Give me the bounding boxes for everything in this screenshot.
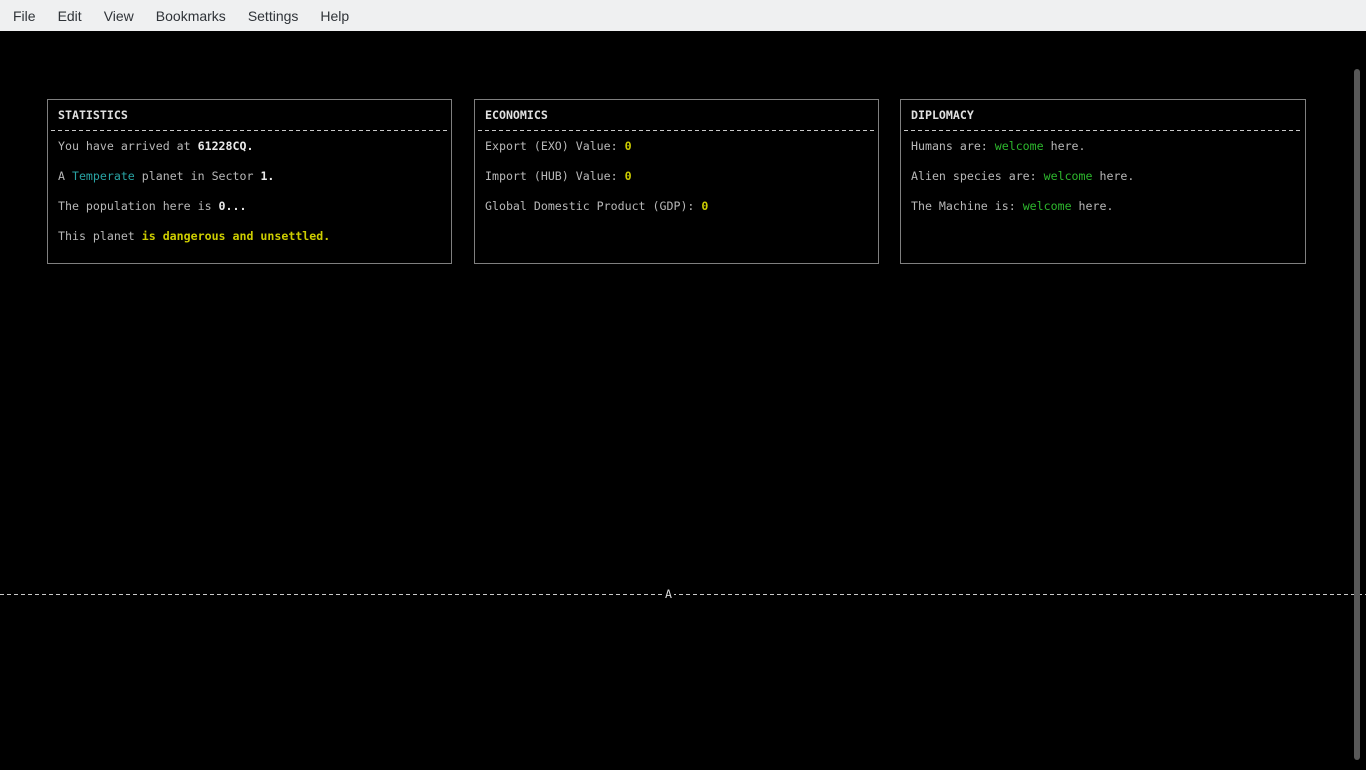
text-segment-fg: You have arrived at bbox=[58, 139, 198, 153]
map-divider-line bbox=[0, 594, 1366, 595]
text-segment-cyan: Temperate bbox=[72, 169, 135, 183]
text-line: You have arrived at 61228CQ. bbox=[58, 139, 447, 154]
panel-title-separator bbox=[51, 130, 448, 131]
panel-title-separator bbox=[478, 130, 875, 131]
menubar: FileEditViewBookmarksSettingsHelp bbox=[0, 0, 1366, 31]
panel-lines: Export (EXO) Value: 0Import (HUB) Value:… bbox=[485, 139, 874, 229]
text-segment-green: welcome bbox=[1023, 199, 1072, 213]
menu-item-view[interactable]: View bbox=[93, 0, 145, 31]
text-segment-value: 0... bbox=[219, 199, 247, 213]
text-line: Global Domestic Product (GDP): 0 bbox=[485, 199, 874, 214]
panel-title: ECONOMICS bbox=[485, 108, 548, 123]
panel-title-separator bbox=[904, 130, 1302, 131]
panel-title: DIPLOMACY bbox=[911, 108, 974, 123]
map-planet-marker: A bbox=[663, 587, 674, 602]
text-segment-yellow: 0 bbox=[625, 139, 632, 153]
text-segment-yellow: 0 bbox=[625, 169, 632, 183]
text-segment-yellow: is dangerous and unsettled. bbox=[142, 229, 330, 243]
text-line: Export (EXO) Value: 0 bbox=[485, 139, 874, 154]
panel-lines: Humans are: welcome here.Alien species a… bbox=[911, 139, 1301, 229]
scrollbar-thumb[interactable] bbox=[1354, 69, 1360, 760]
text-segment-fg: This planet bbox=[58, 229, 142, 243]
text-segment-fg: The Machine is: bbox=[911, 199, 1023, 213]
text-segment-fg: The population here is bbox=[58, 199, 219, 213]
menu-item-settings[interactable]: Settings bbox=[237, 0, 310, 31]
text-segment-fg: A bbox=[58, 169, 72, 183]
menu-item-help[interactable]: Help bbox=[309, 0, 360, 31]
text-line: The population here is 0... bbox=[58, 199, 447, 214]
text-segment-fg: Global Domestic Product (GDP): bbox=[485, 199, 701, 213]
text-segment-fg: here. bbox=[1093, 169, 1135, 183]
text-segment-green: welcome bbox=[1044, 169, 1093, 183]
text-segment-fg: here. bbox=[1072, 199, 1114, 213]
text-segment-value: 61228CQ. bbox=[198, 139, 254, 153]
text-segment-fg: Export (EXO) Value: bbox=[485, 139, 625, 153]
text-line: Import (HUB) Value: 0 bbox=[485, 169, 874, 184]
menu-item-file[interactable]: File bbox=[2, 0, 47, 31]
text-line: This planet is dangerous and unsettled. bbox=[58, 229, 447, 244]
text-segment-fg: Humans are: bbox=[911, 139, 995, 153]
text-line: A Temperate planet in Sector 1. bbox=[58, 169, 447, 184]
text-segment-fg: Alien species are: bbox=[911, 169, 1044, 183]
text-segment-fg: planet in Sector bbox=[135, 169, 261, 183]
text-segment-yellow: 0 bbox=[701, 199, 708, 213]
terminal-screen[interactable]: STATISTICS You have arrived at 61228CQ. A … bbox=[0, 31, 1366, 739]
text-line: Humans are: welcome here. bbox=[911, 139, 1301, 154]
menu-item-bookmarks[interactable]: Bookmarks bbox=[145, 0, 237, 31]
panel-title: STATISTICS bbox=[58, 108, 128, 123]
text-segment-green: welcome bbox=[995, 139, 1044, 153]
text-segment-value: 1. bbox=[260, 169, 274, 183]
menu-item-edit[interactable]: Edit bbox=[47, 0, 93, 31]
text-segment-fg: Import (HUB) Value: bbox=[485, 169, 625, 183]
text-line: Alien species are: welcome here. bbox=[911, 169, 1301, 184]
text-segment-fg: here. bbox=[1044, 139, 1086, 153]
text-line: The Machine is: welcome here. bbox=[911, 199, 1301, 214]
panel-economics: ECONOMICSExport (EXO) Value: 0Import (HU… bbox=[474, 99, 879, 264]
panel-diplomacy: DIPLOMACYHumans are: welcome here.Alien … bbox=[900, 99, 1306, 264]
panel-statistics: STATISTICS You have arrived at 61228CQ. A … bbox=[47, 99, 452, 264]
panel-lines: You have arrived at 61228CQ. A Temperate … bbox=[58, 139, 447, 259]
